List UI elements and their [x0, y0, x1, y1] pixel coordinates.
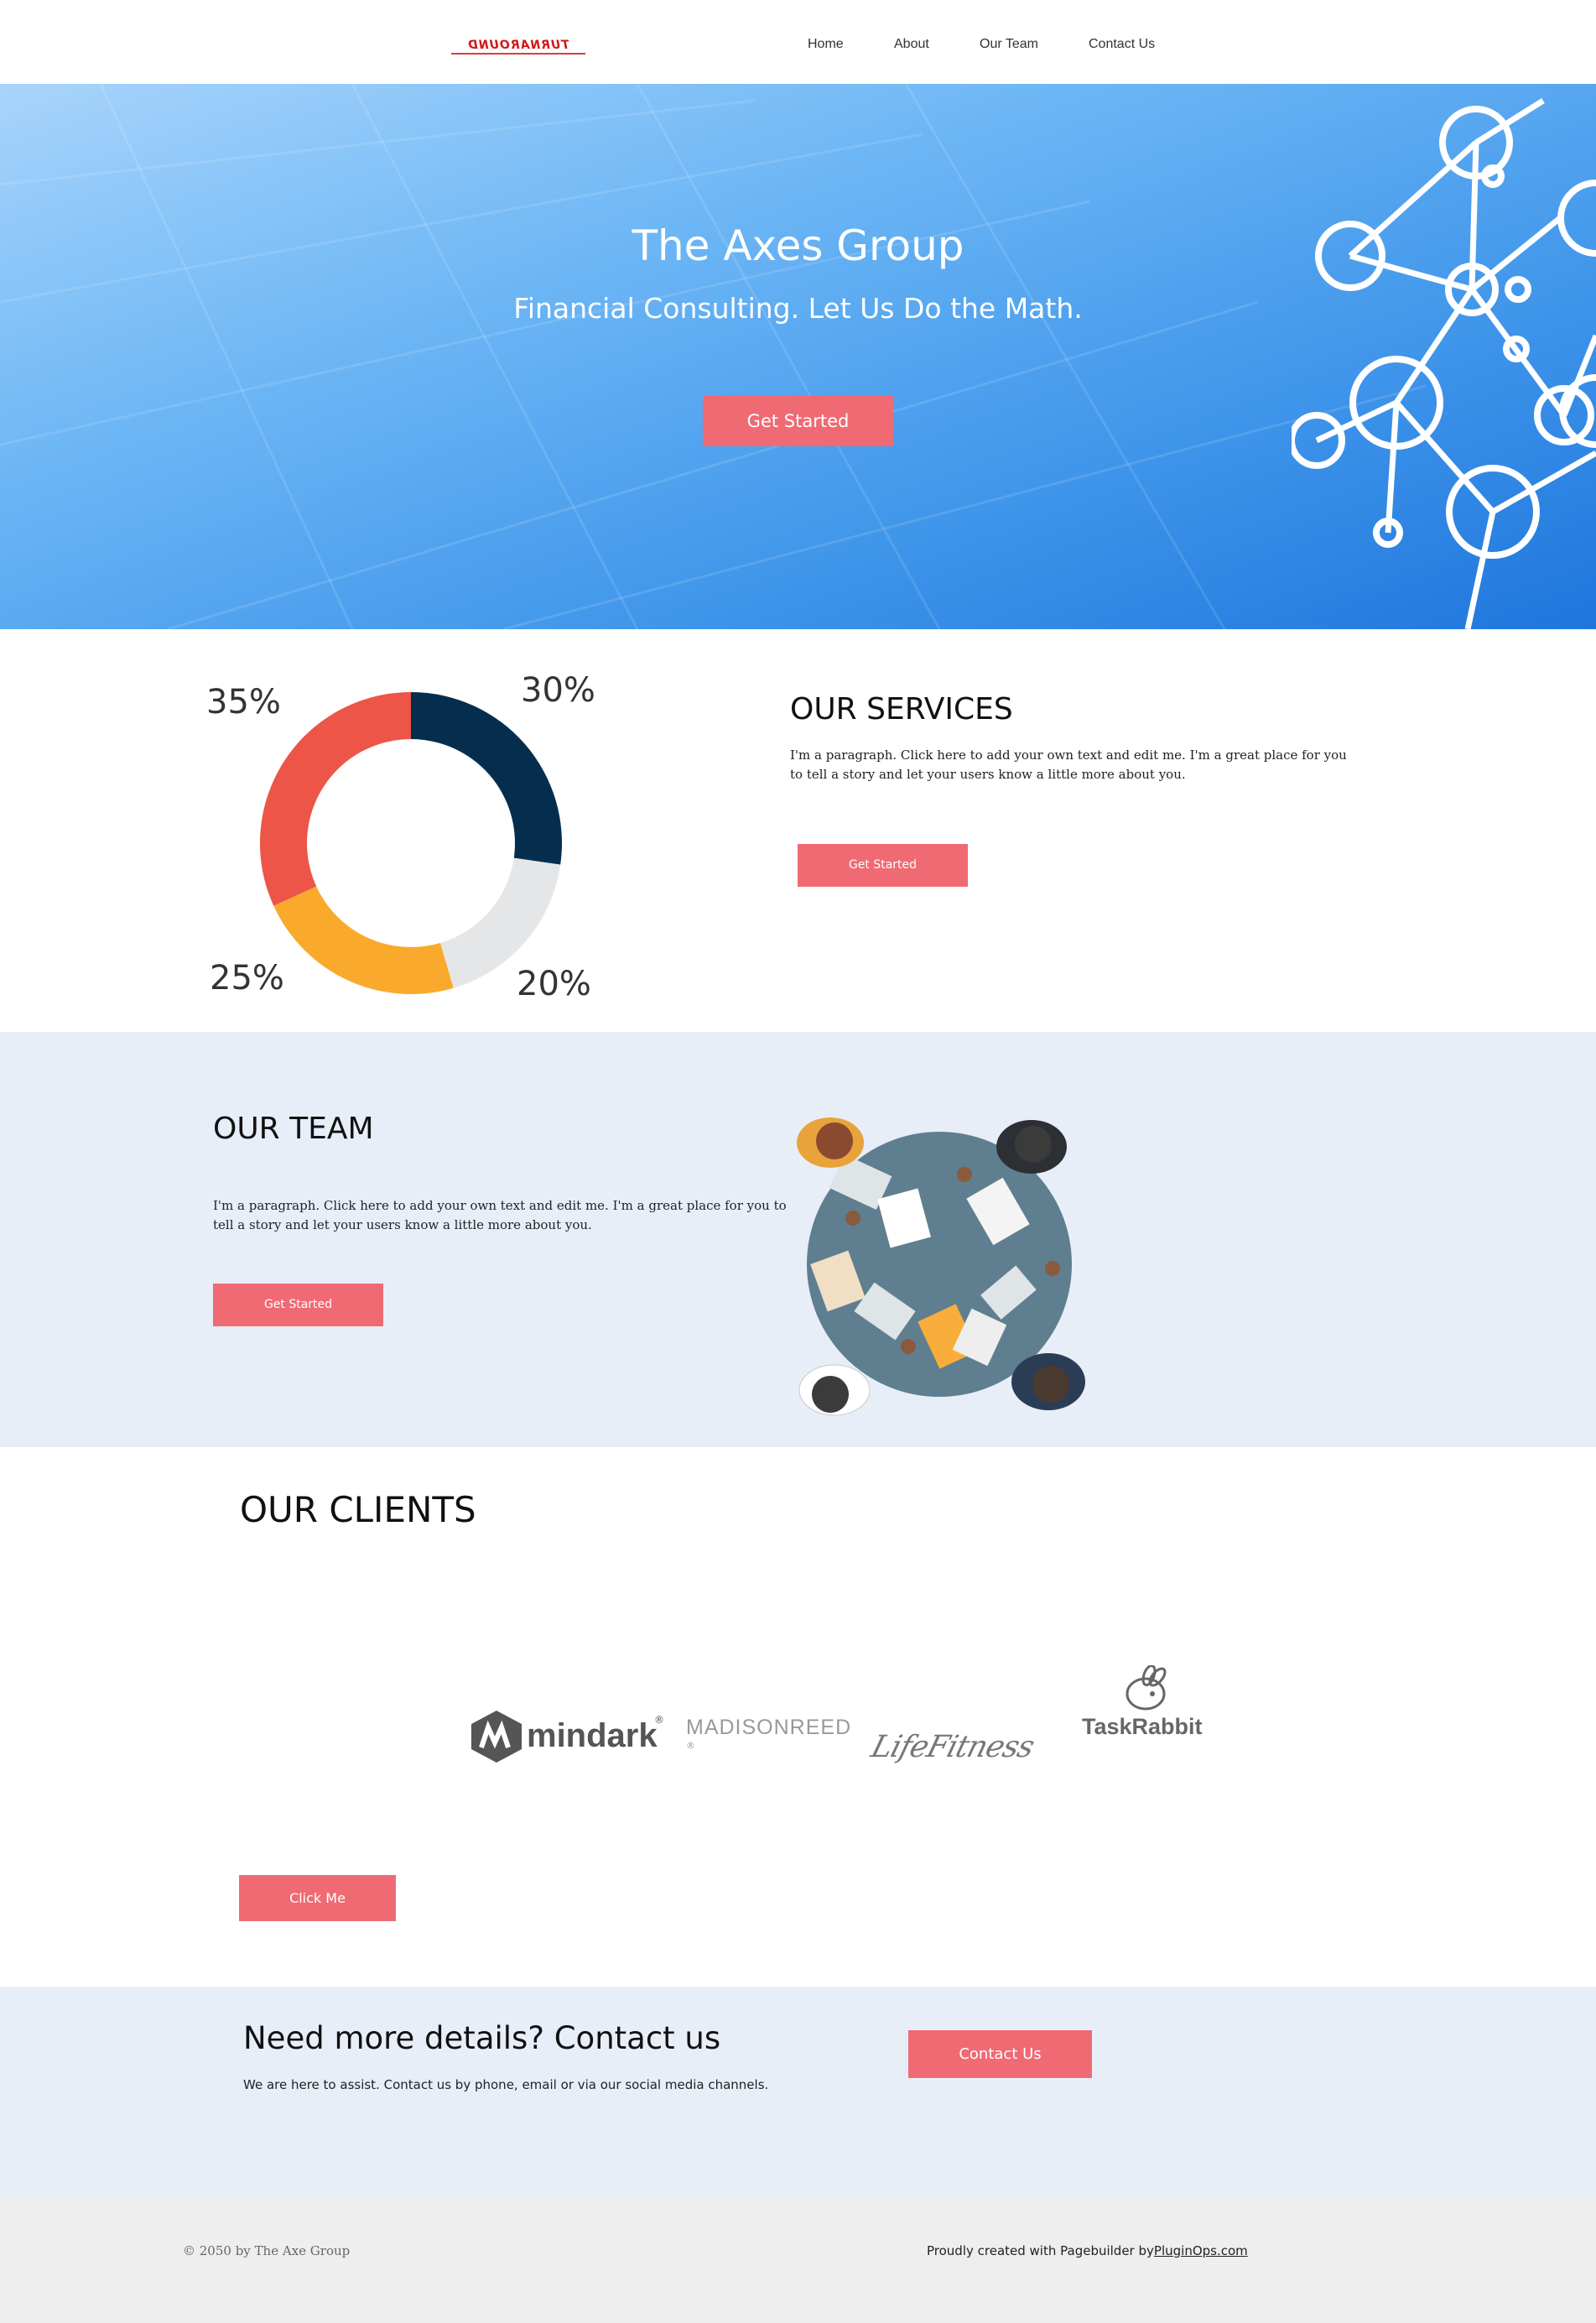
donut-chart [260, 692, 562, 994]
logo[interactable]: TURNAROUND [443, 39, 594, 55]
network-graphic [1292, 98, 1596, 629]
site-footer: © 2050 by The Axe Group Proudly created … [0, 2196, 1596, 2323]
contact-text: We are here to assist. Contact us by pho… [243, 2077, 769, 2092]
hero-get-started-button[interactable]: Get Started [703, 396, 893, 446]
contact-section: Need more details? Contact us We are her… [0, 1987, 1596, 2196]
hero-title: The Axes Group [632, 221, 964, 270]
mindark-logo-icon [471, 1711, 522, 1763]
clients-title: OUR CLIENTS [240, 1489, 476, 1530]
team-paragraph-line1[interactable]: I'm a paragraph. Click here to add your … [213, 1196, 787, 1216]
nav-home[interactable]: Home [808, 37, 844, 52]
services-title: OUR SERVICES [790, 692, 1013, 727]
client-logo-madison-reed: MADISONREED ® [686, 1716, 862, 1751]
footer-credit-link[interactable]: PluginOps.com [1154, 2243, 1248, 2258]
client-logo-mindark: mindark ® [470, 1709, 671, 1768]
team-paragraph-line2[interactable]: tell a story and let your users know a l… [213, 1216, 592, 1235]
taskrabbit-logo-icon [1126, 1665, 1167, 1711]
donut-label-35: 35% [206, 683, 281, 721]
clients-click-me-button[interactable]: Click Me [239, 1875, 396, 1921]
life-fitness-logo-text: LifeFitness [867, 1730, 1037, 1764]
hero-subtitle: Financial Consulting. Let Us Do the Math… [513, 292, 1083, 325]
taskrabbit-logo-text: TaskRabbit [1082, 1714, 1203, 1739]
madison-reed-logo-text: MADISONREED [686, 1716, 852, 1739]
mindark-registered-mark: ® [654, 1714, 664, 1726]
team-get-started-button[interactable]: Get Started [213, 1284, 383, 1326]
madison-reed-registered-mark: ® [686, 1740, 695, 1751]
logo-underline [451, 53, 585, 55]
donut-slice-3 [260, 692, 411, 906]
team-section: OUR TEAM I'm a paragraph. Click here to … [0, 1032, 1596, 1447]
donut-slice-0 [411, 692, 562, 865]
services-paragraph-line2[interactable]: to tell a story and let your users know … [790, 765, 1186, 784]
footer-credit-text: Proudly created with Pagebuilder by [927, 2243, 1154, 2258]
mindark-logo-text: mindark [527, 1717, 658, 1754]
contact-us-button[interactable]: Contact Us [908, 2030, 1092, 2078]
services-paragraph-line1[interactable]: I'm a paragraph. Click here to add your … [790, 746, 1347, 765]
donut-slice-2 [273, 886, 454, 994]
team-title: OUR TEAM [213, 1112, 374, 1146]
donut-label-20: 20% [517, 965, 591, 1003]
nav-contact-us[interactable]: Contact Us [1089, 37, 1155, 52]
footer-credit: Proudly created with Pagebuilder byPlugi… [927, 2243, 1248, 2258]
nav-about[interactable]: About [894, 37, 929, 52]
contact-title: Need more details? Contact us [243, 2020, 721, 2056]
client-logo-life-fitness: LifeFitness [868, 1730, 1057, 1780]
site-header: TURNAROUND Home About Our Team Contact U… [0, 0, 1596, 84]
logo-text: TURNAROUND [467, 39, 569, 52]
client-logo-taskrabbit: TaskRabbit [1080, 1665, 1214, 1749]
hero-banner: The Axes Group Financial Consulting. Let… [0, 84, 1596, 629]
clients-section: OUR CLIENTS mindark ® MADISONREED ® Life… [0, 1447, 1596, 1987]
team-meeting-illustration [797, 1117, 1085, 1416]
donut-label-30: 30% [521, 671, 595, 710]
services-get-started-button[interactable]: Get Started [798, 844, 968, 887]
nav-our-team[interactable]: Our Team [980, 37, 1038, 52]
footer-copyright: © 2050 by The Axe Group [183, 2243, 351, 2258]
donut-label-25: 25% [210, 959, 284, 997]
services-section: 30% 20% 25% 35% OUR SERVICES I'm a parag… [0, 629, 1596, 1032]
